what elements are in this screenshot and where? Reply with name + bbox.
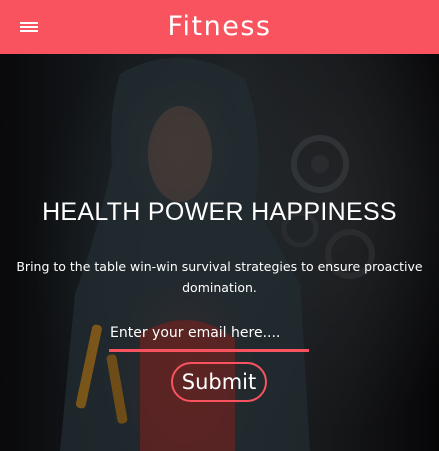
submit-button[interactable]: Submit [171,362,267,402]
email-input[interactable] [109,316,309,352]
hero-section: HEALTH POWER HAPPINESS Bring to the tabl… [0,54,439,451]
brand-title: Fitness [167,11,272,42]
top-navbar: Fitness [0,0,439,54]
hero-headline: HEALTH POWER HAPPINESS [42,198,397,226]
hero-tagline: Bring to the table win-win survival stra… [16,259,423,295]
